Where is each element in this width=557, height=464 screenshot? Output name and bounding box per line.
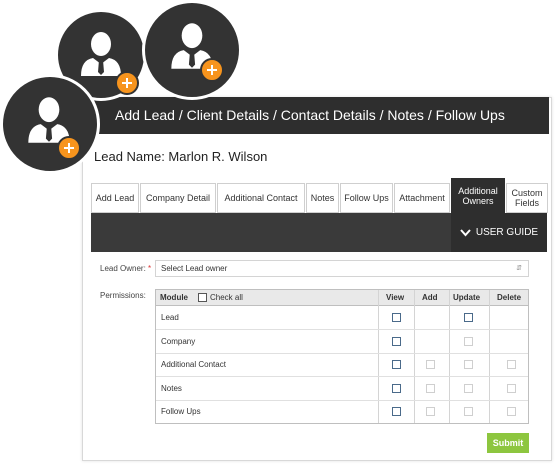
delete-checkbox [507,360,516,369]
tab-custom-fields[interactable]: Custom Fields [506,183,548,213]
header-view: View [386,293,405,302]
row-module-label: Lead [161,313,179,322]
table-row: Company [156,330,528,354]
avatar-user-add [142,0,242,100]
user-guide-label: USER GUIDE [475,227,539,238]
view-checkbox[interactable] [392,407,401,416]
update-checkbox [464,360,473,369]
add-checkbox [426,383,435,393]
table-row: Follow Ups [156,400,528,423]
view-checkbox[interactable] [392,383,401,393]
user-guide-button[interactable]: USER GUIDE [451,213,547,252]
delete-checkbox [507,383,516,393]
tab-attachment[interactable]: Attachment [394,183,450,213]
header-update: Update [453,293,481,302]
permissions-header: Module Check all View Add Update Delete [156,290,528,306]
tab-additional-contact[interactable]: Additional Contact [217,183,305,213]
table-row: Lead [156,306,528,330]
header-add: Add [422,293,438,302]
tab-additional-owners[interactable]: Additional Owners [451,178,505,213]
required-mark: * [148,264,152,273]
tab-notes[interactable]: Notes [306,183,339,213]
avatar-user-add [0,74,100,174]
add-icon [57,136,81,160]
add-icon [115,71,139,95]
add-icon [200,58,224,82]
check-all-checkbox[interactable] [198,293,207,302]
lead-name: Lead Name: Marlon R. Wilson [94,149,268,164]
header-check-all: Check all [210,293,243,302]
chevron-down-icon [460,228,471,236]
view-checkbox[interactable] [392,336,401,346]
permissions-label: Permissions: [100,291,146,300]
tab-follow-ups[interactable]: Follow Ups [340,183,393,213]
row-module-label: Follow Ups [161,407,201,416]
lead-owner-select-value: Select Lead owner [161,264,228,273]
tab-add-lead[interactable]: Add Lead [91,183,139,213]
header-module: Module [160,293,188,302]
header-delete: Delete [497,293,522,302]
delete-checkbox [507,407,516,416]
table-row: Additional Contact [156,353,528,377]
tab-company-detail[interactable]: Company Detail [140,183,216,213]
row-module-label: Additional Contact [161,360,226,369]
view-checkbox[interactable] [392,313,401,322]
page-title: Add Lead / Client Details / Contact Deta… [115,107,505,123]
view-checkbox[interactable] [392,360,401,369]
add-checkbox [426,360,435,369]
update-checkbox [464,336,473,346]
update-checkbox [464,407,473,416]
submit-button[interactable]: Submit [487,433,529,453]
update-checkbox [464,383,473,393]
title-bar: Add Lead / Client Details / Contact Deta… [82,97,549,134]
table-row: Notes [156,377,528,401]
lead-owner-select[interactable]: Select Lead owner ⇵ [155,260,529,277]
update-checkbox[interactable] [464,313,473,322]
select-arrows-icon: ⇵ [516,265,522,272]
permissions-table: Module Check all View Add Update Delete … [155,289,529,424]
add-checkbox [426,407,435,416]
lead-owner-label-text: Lead Owner: [100,264,146,273]
row-module-label: Company [161,336,196,346]
lead-owner-label: Lead Owner: * [100,264,151,273]
row-module-label: Notes [161,383,182,393]
